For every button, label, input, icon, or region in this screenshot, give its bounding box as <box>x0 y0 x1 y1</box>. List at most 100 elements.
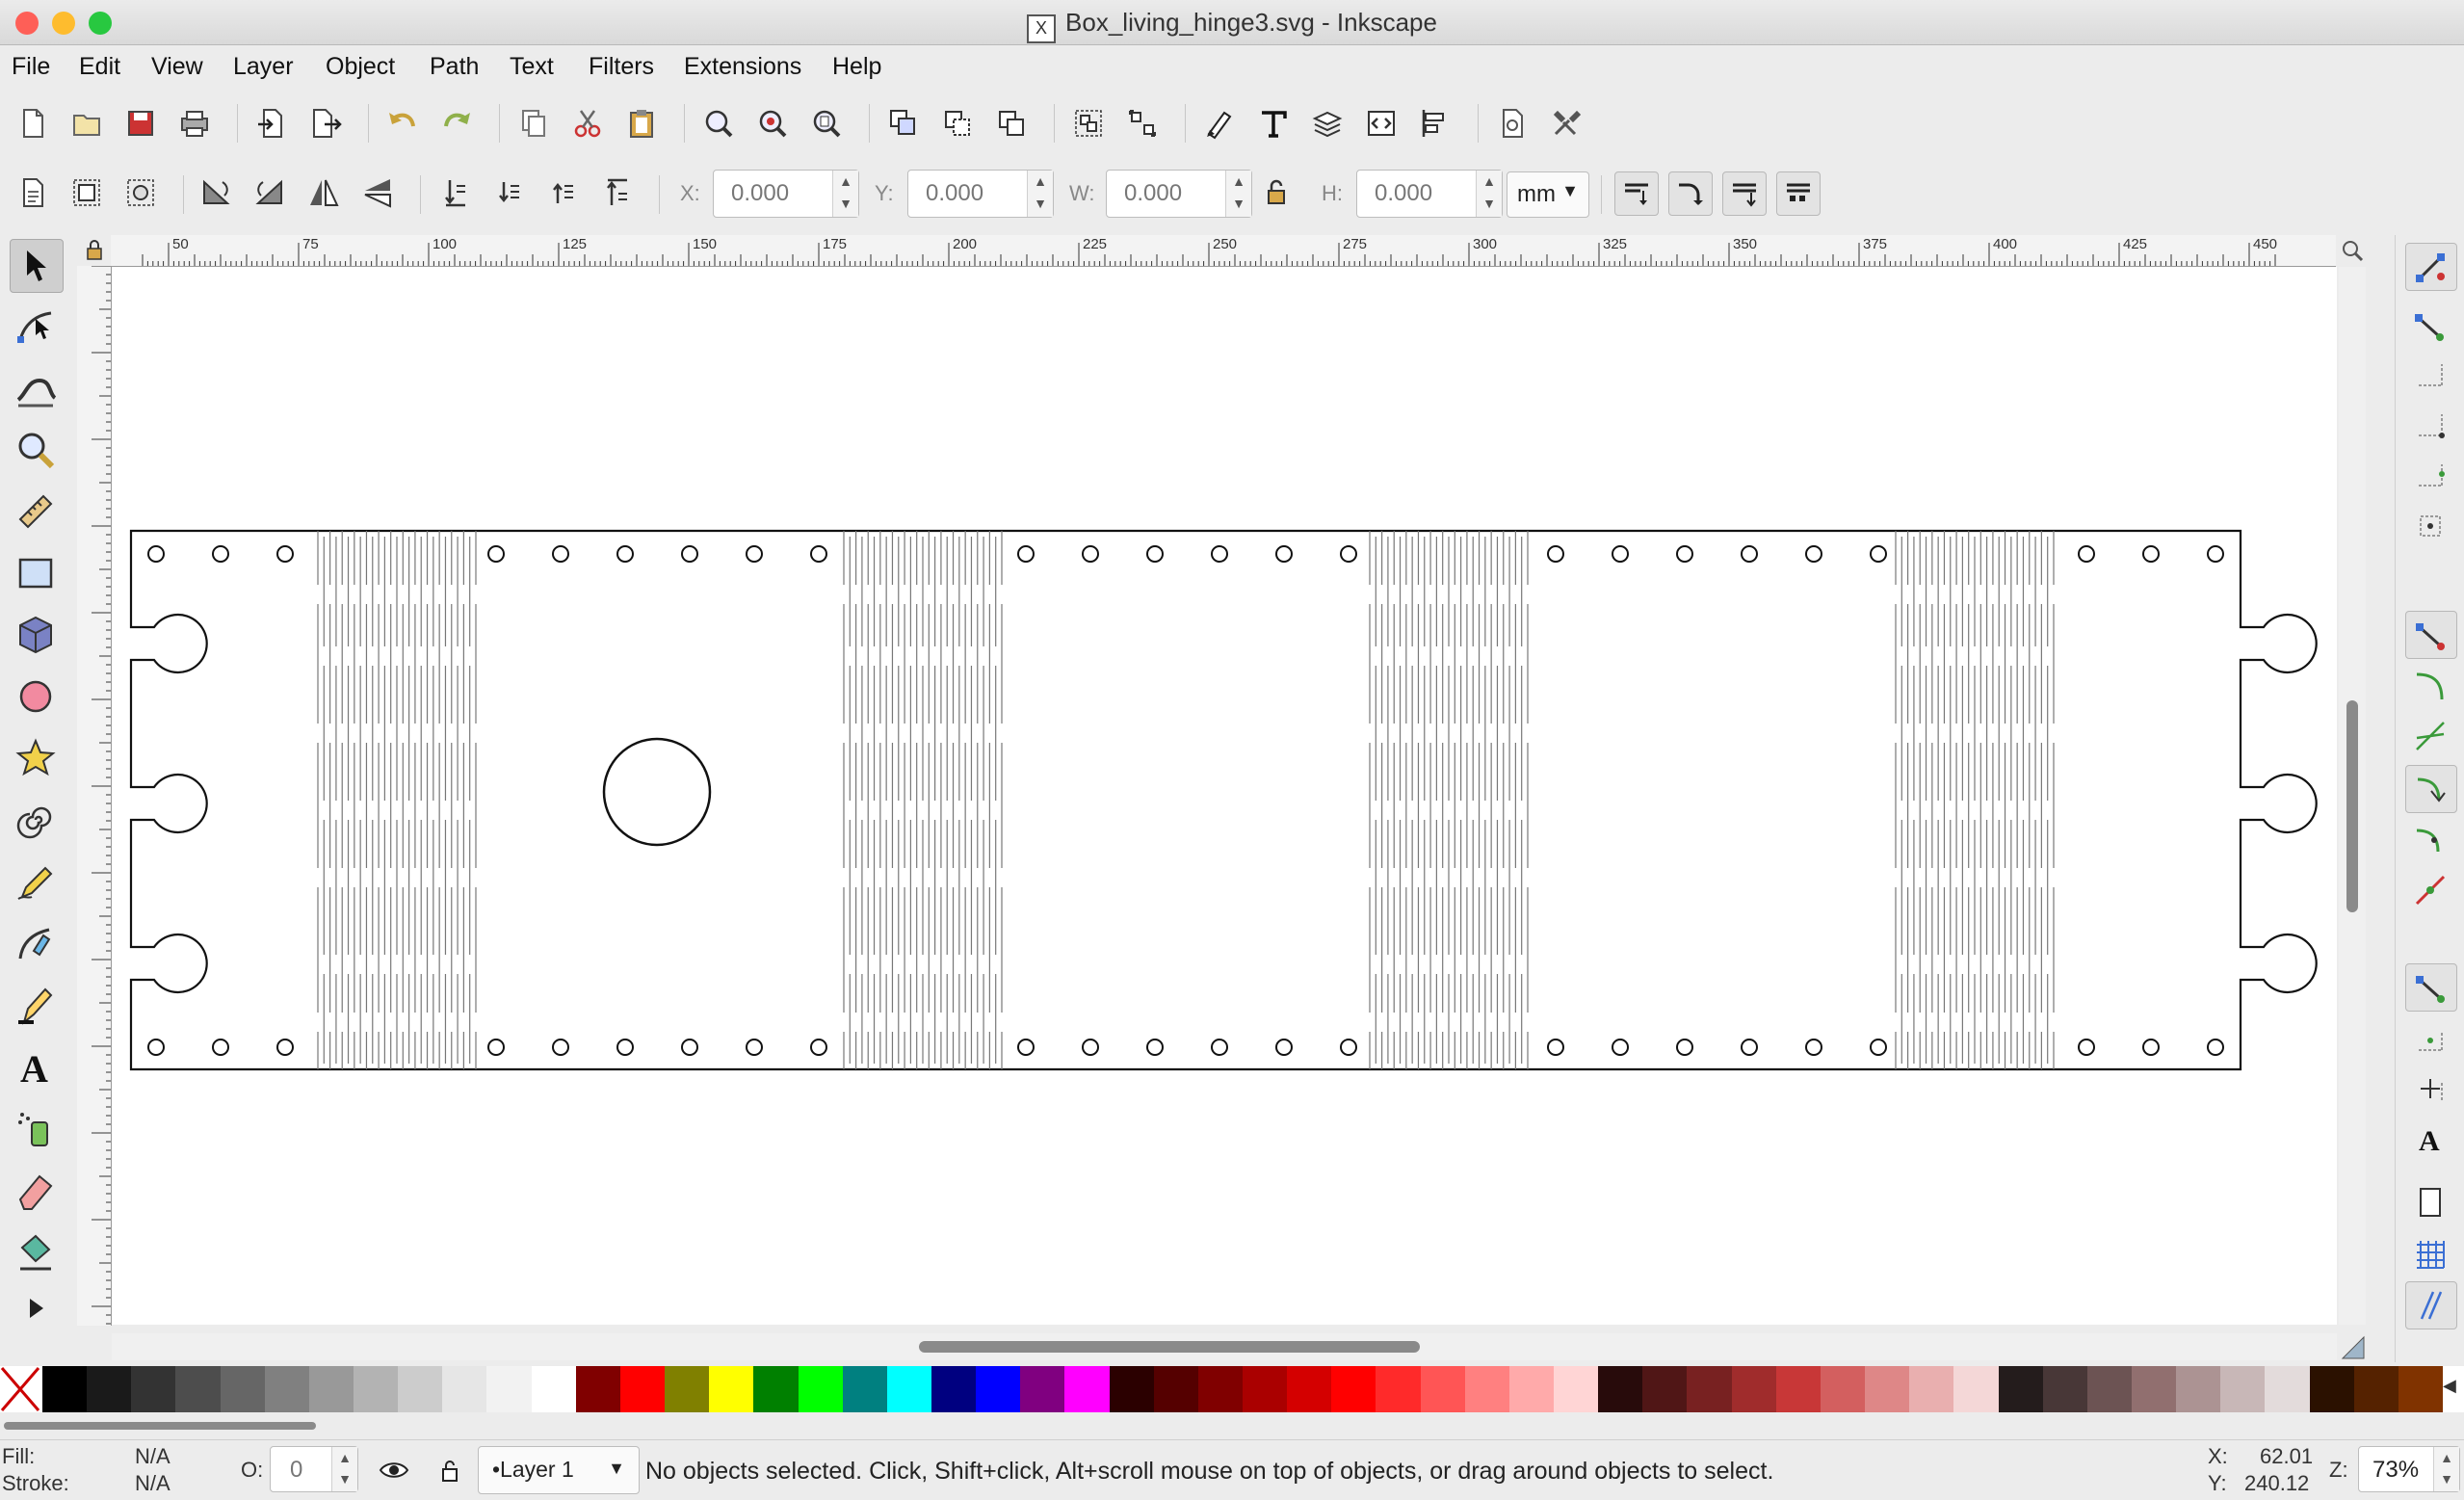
color-swatch[interactable] <box>1064 1366 1111 1412</box>
color-swatch[interactable] <box>175 1366 222 1412</box>
zoom-selection-icon[interactable] <box>697 102 740 145</box>
snap-bbox-center-icon[interactable] <box>2405 503 2455 549</box>
color-swatch[interactable] <box>665 1366 710 1412</box>
lower-icon[interactable] <box>487 171 530 214</box>
ruler-lock-icon[interactable] <box>81 237 108 264</box>
snap-bbox-edges-icon[interactable] <box>2405 353 2455 399</box>
color-swatch[interactable] <box>220 1366 266 1412</box>
menu-layer[interactable]: Layer <box>233 53 294 81</box>
flip-horizontal-icon[interactable] <box>302 171 345 214</box>
color-swatch[interactable] <box>1197 1366 1244 1412</box>
vertical-ruler[interactable] <box>77 265 112 1326</box>
menu-view[interactable]: View <box>151 53 203 81</box>
eraser-tool-icon[interactable] <box>10 1164 62 1216</box>
color-swatch[interactable] <box>2309 1366 2355 1412</box>
raise-icon[interactable] <box>541 171 584 214</box>
current-layer-select[interactable]: •Layer 1 ▼ <box>478 1446 640 1494</box>
color-swatch[interactable] <box>2176 1366 2221 1412</box>
snap-guides-icon[interactable] <box>2405 1281 2457 1329</box>
unlink-clone-icon[interactable] <box>990 102 1033 145</box>
opacity-input[interactable]: 0 ▲ ▼ <box>270 1446 358 1492</box>
color-swatch[interactable] <box>1865 1366 1910 1412</box>
zoom-spinner-arrows[interactable]: ▲ ▼ <box>2433 1447 2459 1491</box>
text-font-icon[interactable] <box>1252 102 1295 145</box>
snap-grids-icon[interactable] <box>2405 1231 2455 1277</box>
flip-vertical-icon[interactable] <box>356 171 399 214</box>
zoom-corner-icon[interactable] <box>2339 237 2366 264</box>
color-swatch[interactable] <box>1153 1366 1199 1412</box>
color-manage-icon[interactable] <box>2341 1335 2366 1360</box>
menu-filters[interactable]: Filters <box>589 53 654 81</box>
color-swatch[interactable] <box>308 1366 354 1412</box>
save-icon[interactable] <box>119 102 162 145</box>
palette-scroll-thumb[interactable] <box>4 1422 316 1430</box>
color-swatch[interactable] <box>1909 1366 1954 1412</box>
move-patterns-toggle-icon[interactable] <box>1776 171 1821 216</box>
color-swatch[interactable] <box>1287 1366 1332 1412</box>
menu-file[interactable]: File <box>12 53 50 81</box>
snap-toggle-icon[interactable] <box>2405 243 2457 291</box>
measure-tool-icon[interactable] <box>10 486 62 538</box>
ungroup-icon[interactable] <box>1121 102 1164 145</box>
color-swatch[interactable] <box>842 1366 888 1412</box>
snap-bbox-corners-icon[interactable] <box>2405 403 2455 449</box>
color-swatch[interactable] <box>1508 1366 1555 1412</box>
color-swatch[interactable] <box>2353 1366 2399 1412</box>
snap-object-midpoints-icon[interactable] <box>2405 1015 2455 1062</box>
box-outline[interactable] <box>129 529 2318 1071</box>
color-swatch[interactable] <box>1687 1366 1733 1412</box>
calligraphy-tool-icon[interactable] <box>10 979 62 1031</box>
select-all-icon[interactable] <box>12 171 54 214</box>
import-icon[interactable] <box>250 102 293 145</box>
color-swatch[interactable] <box>1598 1366 1643 1412</box>
pencil-tool-icon[interactable] <box>10 855 62 908</box>
menu-text[interactable]: Text <box>510 53 554 81</box>
color-swatch[interactable] <box>2131 1366 2177 1412</box>
color-swatch[interactable] <box>1331 1366 1376 1412</box>
ellipse-tool-icon[interactable] <box>10 671 62 723</box>
snap-bbox-midpoints-icon[interactable] <box>2405 453 2455 499</box>
3d-box-tool-icon[interactable] <box>10 609 62 661</box>
rotate-cw-icon[interactable] <box>249 171 291 214</box>
menu-extensions[interactable]: Extensions <box>684 53 801 81</box>
scale-radii-toggle-icon[interactable] <box>1668 171 1713 216</box>
color-swatch[interactable] <box>2086 1366 2133 1412</box>
color-swatch[interactable] <box>486 1366 533 1412</box>
unit-select[interactable]: mm ▼ <box>1507 171 1589 218</box>
pen-tool-icon[interactable] <box>10 917 62 969</box>
toggle-layer-visibility-eye-icon[interactable] <box>378 1454 410 1487</box>
color-swatch[interactable] <box>87 1366 132 1412</box>
star-tool-icon[interactable] <box>10 732 62 784</box>
palette-scrollbar[interactable] <box>0 1416 2464 1435</box>
snap-line-midpoints-icon[interactable] <box>2405 867 2455 913</box>
y-spinner-arrows[interactable]: ▲ ▼ <box>1027 171 1053 217</box>
snap-text-baseline-icon[interactable]: A <box>2405 1116 2455 1162</box>
tweak-tool-icon[interactable] <box>10 362 62 414</box>
scale-stroke-toggle-icon[interactable] <box>1614 171 1659 216</box>
color-swatch[interactable] <box>398 1366 443 1412</box>
color-swatch[interactable] <box>2398 1366 2444 1412</box>
redo-icon[interactable] <box>435 102 478 145</box>
color-swatch[interactable] <box>264 1366 310 1412</box>
x-input[interactable]: 0.000 ▲ ▼ <box>713 170 859 218</box>
color-swatch[interactable] <box>442 1366 487 1412</box>
snap-rotation-center-icon[interactable] <box>2405 1066 2455 1112</box>
fill-stroke-icon[interactable] <box>1198 102 1241 145</box>
color-swatch[interactable] <box>531 1366 577 1412</box>
snap-smooth-nodes-icon[interactable] <box>2405 817 2455 863</box>
color-swatch[interactable] <box>575 1366 621 1412</box>
snap-bbox-icon[interactable] <box>2405 303 2455 349</box>
more-tools-icon[interactable] <box>10 1289 62 1328</box>
menu-path[interactable]: Path <box>430 53 479 81</box>
h-input[interactable]: 0.000 ▲ ▼ <box>1356 170 1503 218</box>
cut-icon[interactable] <box>566 102 609 145</box>
xml-icon[interactable] <box>1360 102 1402 145</box>
toggle-layer-lock-icon[interactable] <box>433 1454 466 1487</box>
layers-icon[interactable] <box>1306 102 1349 145</box>
zoom-drawing-icon[interactable] <box>751 102 794 145</box>
lower-to-bottom-icon[interactable] <box>433 171 476 214</box>
fill-indicator[interactable]: N/A <box>135 1444 170 1469</box>
box-outline-path[interactable] <box>129 529 2318 1071</box>
new-document-icon[interactable] <box>12 102 54 145</box>
menu-object[interactable]: Object <box>326 53 395 81</box>
